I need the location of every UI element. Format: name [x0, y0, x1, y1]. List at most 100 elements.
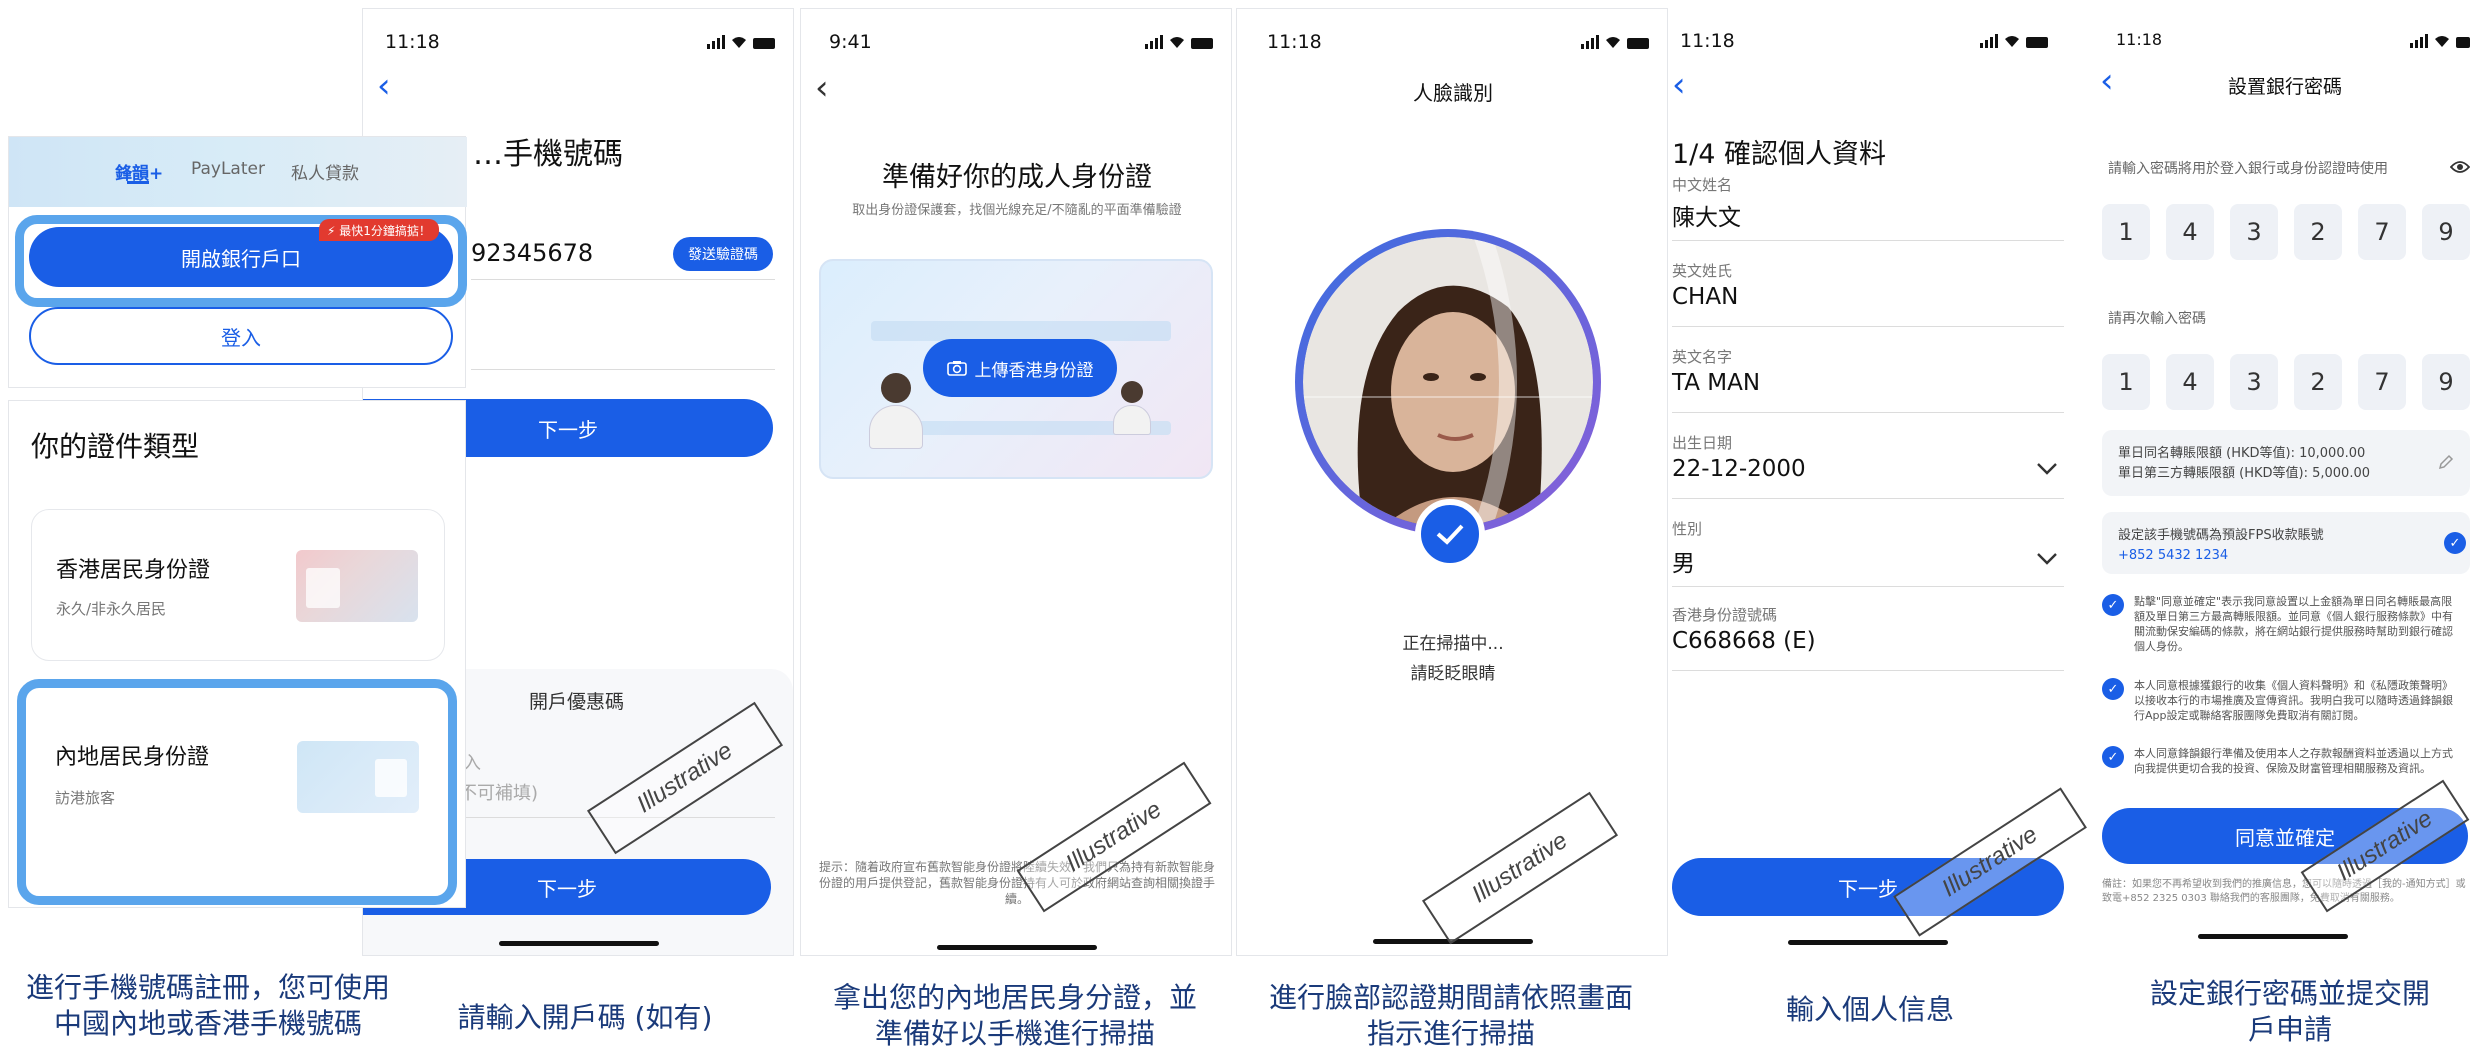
- tab-paylater[interactable]: PayLater: [191, 159, 265, 179]
- confirm-pin-prompt: 請再次輸入密碼: [2108, 311, 2206, 327]
- pin-digit[interactable]: 9: [2422, 204, 2470, 260]
- tab-personal-loan[interactable]: 私人貸款: [291, 159, 359, 184]
- confirm-pin-digit[interactable]: 7: [2358, 354, 2406, 410]
- wifi-icon: [2435, 36, 2449, 47]
- given-name-field[interactable]: TA MAN: [1672, 370, 1760, 396]
- divider: [471, 279, 775, 280]
- limit-card[interactable]: 單日同名轉賬限額 (HKD等值): 10,000.00 單日第三方轉賬限額 (H…: [2102, 430, 2470, 496]
- doc-option-title: 香港居民身份證: [56, 558, 211, 583]
- back-button[interactable]: ‹: [1672, 68, 1686, 102]
- promo-input-note: 不可補填): [459, 783, 539, 804]
- caption-step-6: 設定銀行密碼並提交開戶申請: [2150, 977, 2431, 1046]
- hkid-number-field[interactable]: C668668 (E): [1672, 628, 1816, 654]
- home-indicator: [499, 941, 659, 946]
- status-bar: 11:18: [2088, 30, 2470, 60]
- page-subtitle: 取出身份證保護套，找個光線充足/不隨亂的平面準備驗證: [852, 203, 1182, 218]
- confirm-pin-digit[interactable]: 2: [2294, 354, 2342, 410]
- same-name-limit: 單日同名轉賬限額 (HKD等值): 10,000.00: [2118, 446, 2366, 461]
- chevron-down-icon[interactable]: [2036, 462, 2058, 476]
- consent-text: 本人同意鋒韻銀行準備及使用本人之存款報酬資料並透過以上方式向我提供更切合我的投資…: [2134, 747, 2453, 775]
- consent-checkbox[interactable]: ✓: [2102, 746, 2124, 768]
- tab-underline: [127, 181, 149, 184]
- phone-number-input[interactable]: 92345678: [471, 239, 593, 267]
- confirm-pin-digit[interactable]: 4: [2166, 354, 2214, 410]
- battery-icon: [2026, 37, 2048, 48]
- wifi-icon: [2005, 36, 2019, 47]
- face-photo: [1303, 237, 1593, 527]
- back-button[interactable]: ‹: [815, 71, 829, 105]
- fps-check-icon[interactable]: ✓: [2444, 532, 2466, 554]
- pin-digit[interactable]: 2: [2294, 204, 2342, 260]
- caption-step-4: 進行臉部認證期間請依照畫面指示進行掃描: [1268, 981, 1633, 1049]
- caption-step-1: 進行手機號碼註冊，您可使用中國內地或香港手機號碼: [25, 971, 390, 1040]
- footnote: 提示：隨着政府宣布舊款智能身份證將陸續失效，我們只為持有新款智能身份證的用戶提供…: [819, 860, 1216, 906]
- pin-digit[interactable]: 7: [2358, 204, 2406, 260]
- screen-doc-type: 你的證件類型 香港居民身份證 永久/非永久居民 內地居民身份證 訪港旅客: [8, 400, 466, 908]
- divider: [1672, 326, 2064, 327]
- third-party-limit: 單日第三方轉賬限額 (HKD等值): 5,000.00: [2118, 466, 2370, 481]
- back-button[interactable]: ‹: [377, 69, 391, 103]
- fps-card[interactable]: 設定該手機號碼為預設FPS收款賬號 +852 5432 1234 ✓: [2102, 512, 2470, 574]
- wifi-icon: [732, 37, 746, 48]
- status-time: 9:41: [829, 31, 872, 53]
- scanning-status: 正在掃描中...: [1402, 634, 1504, 654]
- status-time: 11:18: [1680, 30, 1735, 52]
- field-label: 英文名字: [1672, 348, 1733, 366]
- page-title: 人臉識別: [1413, 81, 1493, 105]
- field-label: 出生日期: [1672, 434, 1733, 452]
- upload-id-label: 上傳香港身份證: [974, 360, 1094, 381]
- gender-select[interactable]: 男: [1672, 544, 1695, 578]
- back-button[interactable]: ‹: [2100, 64, 2114, 98]
- divider: [471, 369, 775, 370]
- consent-text: 本人同意根據獲銀行的收集《個人資料聲明》和《私隱政策聲明》以接收本行的市場推廣及…: [2134, 679, 2453, 722]
- signal-icon: [2410, 34, 2428, 48]
- home-indicator: [937, 945, 1097, 950]
- mainland-id-icon: [297, 741, 419, 813]
- doc-option-subtitle: 永久/非永久居民: [56, 600, 167, 618]
- consent-checkbox[interactable]: ✓: [2102, 594, 2124, 616]
- doc-type-title: 你的證件類型: [31, 430, 200, 463]
- signal-icon: [1145, 35, 1163, 49]
- footer-note: 備註：如果您不再希望收到我們的推廣信息，您可以隨時透過［我的-通知方式］或致電+…: [2102, 879, 2466, 904]
- eye-icon[interactable]: [2450, 160, 2470, 174]
- pin-digit[interactable]: 4: [2166, 204, 2214, 260]
- confirm-pin-digit[interactable]: 1: [2102, 354, 2150, 410]
- page-title: 1/4 確認個人資料: [1672, 139, 1887, 170]
- field-label: 英文姓氏: [1672, 262, 1733, 280]
- pin-digit[interactable]: 3: [2230, 204, 2278, 260]
- confirm-pin-digit[interactable]: 3: [2230, 354, 2278, 410]
- divider: [1672, 412, 2064, 413]
- status-time: 11:18: [385, 31, 440, 53]
- doc-option-hkid[interactable]: 香港居民身份證 永久/非永久居民: [31, 509, 445, 661]
- doc-option-mainland[interactable]: 內地居民身份證 訪港旅客: [31, 693, 443, 889]
- fps-number: +852 5432 1234: [2118, 548, 2229, 563]
- status-time: 11:18: [1267, 31, 1322, 53]
- birth-date-select[interactable]: 22-12-2000: [1672, 456, 1806, 482]
- person-icon: [1109, 381, 1153, 437]
- doc-option-title: 內地居民身份證: [55, 745, 210, 770]
- battery-icon: [1627, 38, 1649, 49]
- field-label: 性別: [1672, 520, 1703, 538]
- page-title: 準備好你的成人身份證: [882, 162, 1152, 193]
- home-indicator: [2198, 934, 2348, 939]
- pin-digit[interactable]: 1: [2102, 204, 2150, 260]
- chinese-name-field[interactable]: 陳大文: [1672, 198, 1741, 232]
- upload-id-button[interactable]: 上傳香港身份證: [923, 339, 1117, 397]
- signal-icon: [1980, 34, 1998, 48]
- promo-badge: ⚡ 最快1分鐘搞掂！: [319, 219, 439, 241]
- blink-instruction: 請眨眨眼睛: [1410, 664, 1496, 684]
- hkid-card-icon: [296, 550, 418, 622]
- confirm-pin-digit[interactable]: 9: [2422, 354, 2470, 410]
- consent-checkbox[interactable]: ✓: [2102, 678, 2124, 700]
- check-icon: [1436, 524, 1464, 545]
- pin-prompt: 請輸入密碼將用於登入銀行或身份認證時使用: [2108, 161, 2388, 177]
- status-bar: 11:18: [1670, 30, 2066, 60]
- screen-home-card: 鋒韻+ PayLater 私人貸款 開啟銀行戶口 ⚡ 最快1分鐘搞掂！ 登入: [8, 136, 467, 388]
- pencil-icon[interactable]: [2438, 454, 2454, 470]
- login-button[interactable]: 登入: [29, 307, 453, 365]
- send-code-button[interactable]: 發送驗證碼: [673, 237, 773, 271]
- status-bar: 9:41: [801, 31, 1231, 61]
- chevron-down-icon[interactable]: [2036, 552, 2058, 566]
- field-label: 中文姓名: [1672, 176, 1733, 194]
- surname-field[interactable]: CHAN: [1672, 284, 1738, 310]
